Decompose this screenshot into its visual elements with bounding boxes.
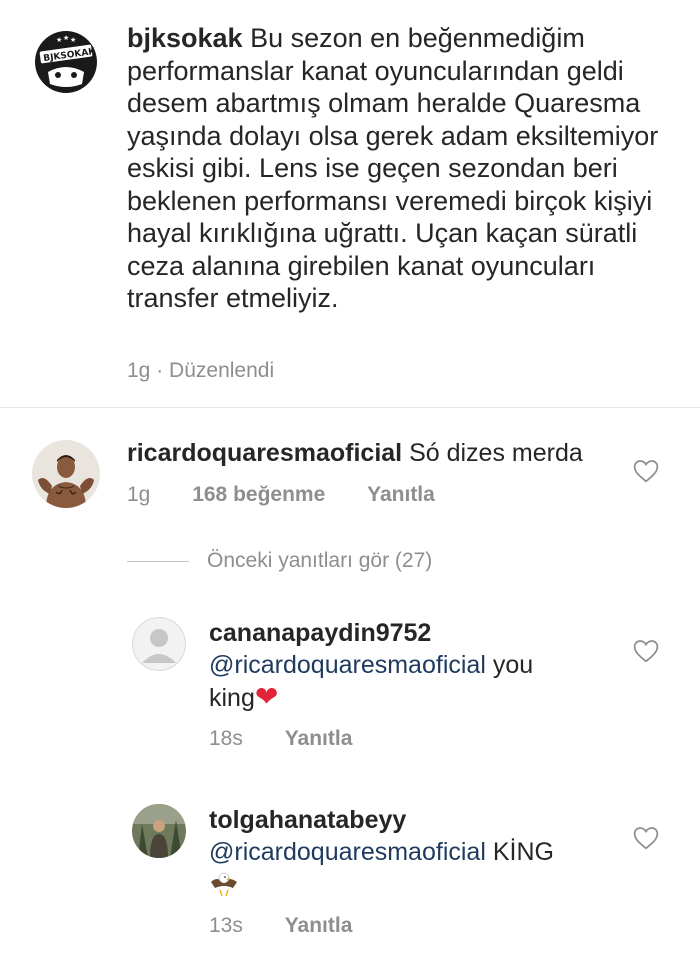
reply-username[interactable]: cananapaydin9752 bbox=[209, 619, 431, 647]
reply-meta: 18s Yanıtla bbox=[209, 727, 352, 751]
reply-button[interactable]: Yanıtla bbox=[285, 727, 353, 750]
reply-tolgahanatabeyy: tolgahanatabeyy @ricardoquaresmaoficial … bbox=[209, 804, 589, 900]
post-edited-label: Düzenlendi bbox=[169, 359, 275, 382]
reply-cananapaydin9752: cananapaydin9752 @ricardoquaresmaoficial… bbox=[209, 617, 589, 714]
red-heart-emoji: ❤ bbox=[254, 680, 279, 713]
heart-outline-icon[interactable] bbox=[633, 826, 659, 850]
reply-button[interactable]: Yanıtla bbox=[285, 914, 353, 937]
reply-text-1: KİNG bbox=[492, 838, 554, 866]
post-username[interactable]: bjksokak bbox=[127, 23, 243, 53]
post-time: 1g bbox=[127, 359, 151, 382]
reply-username[interactable]: tolgahanatabeyy bbox=[209, 806, 406, 834]
reply-text-2: king bbox=[209, 684, 255, 712]
view-replies-label: Önceki yanıtları gör (27) bbox=[207, 549, 433, 572]
reply-meta: 13s Yanıtla bbox=[209, 914, 352, 938]
svg-text:★: ★ bbox=[70, 36, 76, 44]
mention-link[interactable]: @ricardoquaresmaoficial bbox=[209, 838, 486, 866]
comment-username[interactable]: ricardoquaresmaoficial bbox=[127, 439, 402, 467]
comment-quaresma: ricardoquaresmaoficial Só dizes merda bbox=[127, 437, 627, 469]
comment-text: Só dizes merda bbox=[409, 439, 583, 467]
cananapaydin9752-avatar[interactable] bbox=[132, 617, 186, 671]
heart-outline-icon[interactable] bbox=[633, 639, 659, 663]
tolgahanatabeyy-avatar[interactable] bbox=[132, 804, 186, 858]
comments-page: ★ ★ ★ BJKSOKAK bjksokak Bu sezon en beğe… bbox=[0, 0, 700, 956]
reply-button[interactable]: Yanıtla bbox=[367, 483, 435, 506]
reply-text-1: you bbox=[492, 651, 534, 679]
reply-time: 18s bbox=[209, 727, 243, 750]
reply-time: 13s bbox=[209, 914, 243, 937]
comment-meta: 1g 168 beğenme Yanıtla bbox=[127, 483, 435, 507]
divider bbox=[0, 407, 700, 408]
eagle-emoji bbox=[211, 872, 237, 897]
heart-outline-icon[interactable] bbox=[633, 459, 659, 483]
bjksokak-avatar[interactable]: ★ ★ ★ BJKSOKAK bbox=[32, 28, 100, 96]
meta-separator: · bbox=[156, 359, 164, 382]
comment-time: 1g bbox=[127, 483, 151, 506]
mention-link[interactable]: @ricardoquaresmaoficial bbox=[209, 651, 486, 679]
svg-text:★: ★ bbox=[56, 36, 62, 44]
ricardoquaresmaoficial-avatar[interactable] bbox=[32, 440, 100, 508]
svg-text:★: ★ bbox=[63, 34, 69, 42]
post-caption: bjksokak Bu sezon en beğenmediğim perfor… bbox=[127, 22, 672, 315]
post-meta: 1g · Düzenlendi bbox=[127, 359, 274, 383]
comment-likes[interactable]: 168 beğenme bbox=[192, 483, 325, 506]
post-caption-text: Bu sezon en beğenmediğim performanslar k… bbox=[127, 23, 659, 313]
view-previous-replies[interactable]: Önceki yanıtları gör (27) bbox=[127, 549, 432, 573]
replies-line bbox=[127, 560, 189, 562]
